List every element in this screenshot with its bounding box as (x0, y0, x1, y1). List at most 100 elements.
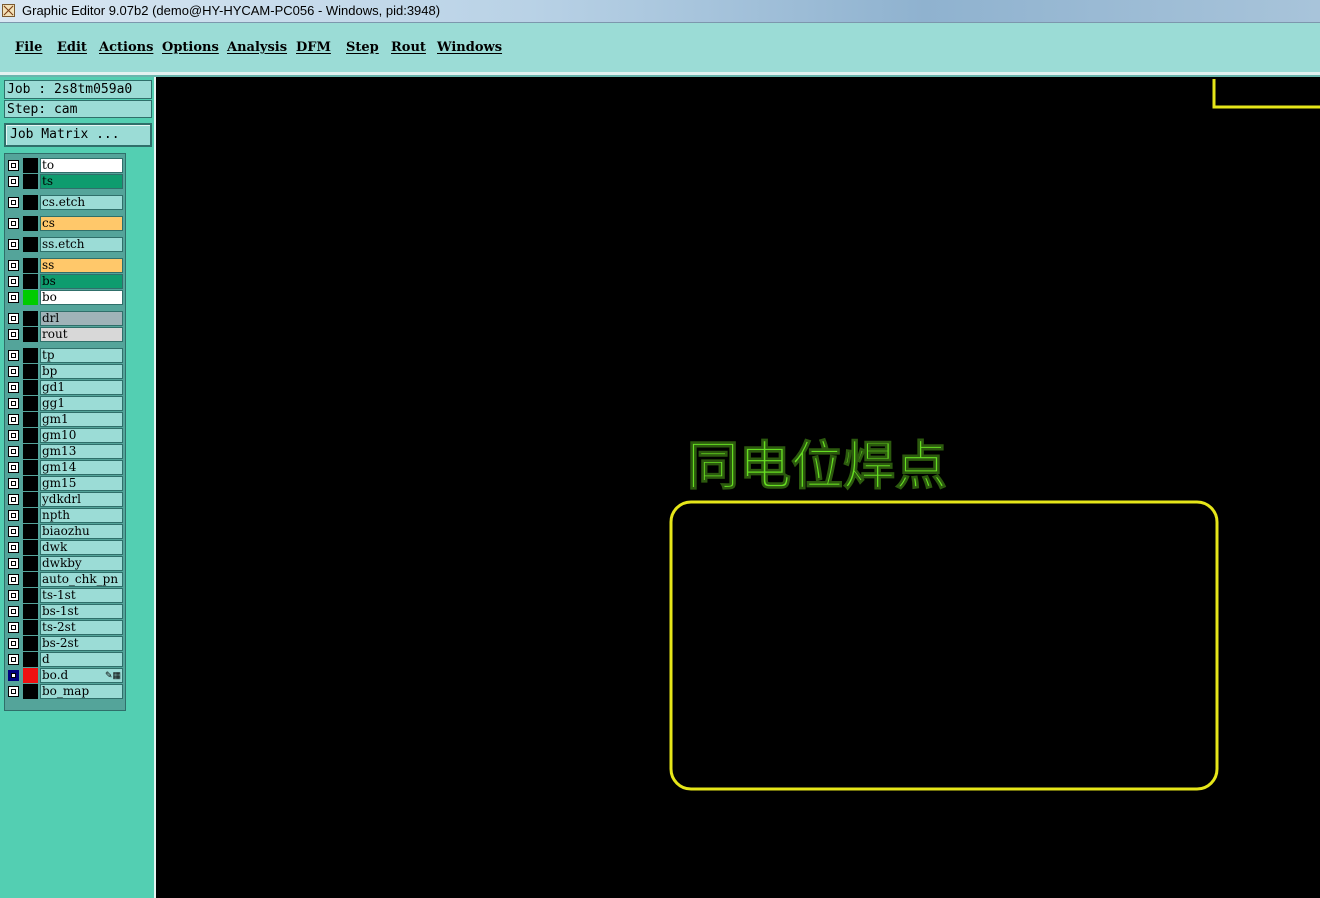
graphic-canvas[interactable]: 同电位焊点 (157, 79, 1320, 898)
layer-affected-checkbox[interactable] (8, 329, 19, 340)
layer-affected-checkbox[interactable] (8, 622, 19, 633)
layer-name-label[interactable]: gm13 (40, 444, 123, 459)
layer-row-ydkdrl[interactable]: ydkdrl (5, 492, 123, 507)
layer-affected-checkbox[interactable] (8, 350, 19, 361)
layer-name-label[interactable]: ydkdrl (40, 492, 123, 507)
layer-display-color-swatch[interactable] (23, 588, 38, 603)
layer-row-biaozhu[interactable]: biaozhu (5, 524, 123, 539)
layer-display-color-swatch[interactable] (23, 460, 38, 475)
layer-display-color-swatch[interactable] (23, 327, 38, 342)
layer-row-npth[interactable]: npth (5, 508, 123, 523)
layer-row-ts[interactable]: ts (5, 174, 123, 189)
layer-affected-checkbox[interactable] (8, 366, 19, 377)
layer-row-gm1[interactable]: gm1 (5, 412, 123, 427)
layer-name-label[interactable]: biaozhu (40, 524, 123, 539)
layer-affected-checkbox[interactable] (8, 160, 19, 171)
layer-row-rout[interactable]: rout (5, 327, 123, 342)
layer-affected-checkbox[interactable] (8, 510, 19, 521)
layer-name-label[interactable]: gg1 (40, 396, 123, 411)
layer-display-color-swatch[interactable] (23, 652, 38, 667)
layer-display-color-swatch[interactable] (23, 668, 38, 683)
menu-windows[interactable]: Windows (437, 40, 502, 55)
layer-display-color-swatch[interactable] (23, 396, 38, 411)
layer-row-ts-2st[interactable]: ts-2st (5, 620, 123, 635)
layer-name-label[interactable]: bp (40, 364, 123, 379)
menu-analysis[interactable]: Analysis (227, 40, 287, 55)
layer-name-label[interactable]: gd1 (40, 380, 123, 395)
layer-affected-checkbox[interactable] (8, 313, 19, 324)
layer-name-label[interactable]: cs.etch (40, 195, 123, 210)
layer-row-bo[interactable]: bo (5, 290, 123, 305)
layer-affected-checkbox[interactable] (8, 526, 19, 537)
layer-row-gm13[interactable]: gm13 (5, 444, 123, 459)
layer-name-label[interactable]: gm14 (40, 460, 123, 475)
layer-affected-checkbox[interactable] (8, 574, 19, 585)
layer-affected-checkbox[interactable] (8, 654, 19, 665)
layer-name-label[interactable]: d (40, 652, 123, 667)
layer-row-gd1[interactable]: gd1 (5, 380, 123, 395)
job-matrix-button[interactable]: Job Matrix ... (4, 123, 152, 147)
layer-row-cs.etch[interactable]: cs.etch (5, 195, 123, 210)
menu-actions[interactable]: Actions (99, 40, 153, 55)
layer-display-color-swatch[interactable] (23, 556, 38, 571)
layer-affected-checkbox[interactable] (8, 398, 19, 409)
layer-display-color-swatch[interactable] (23, 444, 38, 459)
menu-rout[interactable]: Rout (391, 40, 426, 55)
menu-file[interactable]: File (15, 40, 42, 55)
layer-display-color-swatch[interactable] (23, 636, 38, 651)
layer-affected-checkbox[interactable] (8, 558, 19, 569)
layer-name-label[interactable]: dwkby (40, 556, 123, 571)
layer-name-label[interactable]: dwk (40, 540, 123, 555)
layer-list-scroll-area[interactable] (128, 153, 152, 787)
layer-affected-checkbox[interactable] (8, 542, 19, 553)
menu-dfm[interactable]: DFM (296, 40, 331, 55)
layer-name-label[interactable]: ts (40, 174, 123, 189)
layer-affected-checkbox[interactable] (8, 446, 19, 457)
layer-display-color-swatch[interactable] (23, 258, 38, 273)
layer-name-label[interactable]: bs-1st (40, 604, 123, 619)
layer-display-color-swatch[interactable] (23, 572, 38, 587)
layer-row-gm10[interactable]: gm10 (5, 428, 123, 443)
layer-row-tp[interactable]: tp (5, 348, 123, 363)
layer-display-color-swatch[interactable] (23, 380, 38, 395)
layer-affected-checkbox[interactable] (8, 638, 19, 649)
layer-affected-checkbox[interactable] (8, 382, 19, 393)
layer-affected-checkbox[interactable] (8, 260, 19, 271)
layer-row-bo_map[interactable]: bo_map (5, 684, 123, 699)
layer-row-ss.etch[interactable]: ss.etch (5, 237, 123, 252)
layer-name-label[interactable]: rout (40, 327, 123, 342)
layer-row-d[interactable]: d (5, 652, 123, 667)
layer-name-label[interactable]: drl (40, 311, 123, 326)
layer-display-color-swatch[interactable] (23, 290, 38, 305)
layer-display-color-swatch[interactable] (23, 476, 38, 491)
layer-name-label[interactable]: cs (40, 216, 123, 231)
layer-affected-checkbox[interactable] (8, 414, 19, 425)
layer-affected-checkbox[interactable] (8, 686, 19, 697)
layer-display-color-swatch[interactable] (23, 311, 38, 326)
layer-name-label[interactable]: bs (40, 274, 123, 289)
layer-row-bo.d[interactable]: bo.d ✎▦ (5, 668, 123, 683)
layer-row-gg1[interactable]: gg1 (5, 396, 123, 411)
layer-display-color-swatch[interactable] (23, 216, 38, 231)
layer-affected-checkbox[interactable] (8, 606, 19, 617)
layer-display-color-swatch[interactable] (23, 364, 38, 379)
layer-affected-checkbox[interactable] (8, 590, 19, 601)
layer-name-label[interactable]: bs-2st (40, 636, 123, 651)
layer-row-dwk[interactable]: dwk (5, 540, 123, 555)
layer-affected-checkbox[interactable] (8, 670, 19, 681)
layer-affected-checkbox[interactable] (8, 494, 19, 505)
layer-name-label[interactable]: ts-1st (40, 588, 123, 603)
layer-display-color-swatch[interactable] (23, 274, 38, 289)
layer-affected-checkbox[interactable] (8, 239, 19, 250)
layer-affected-checkbox[interactable] (8, 292, 19, 303)
layer-name-label[interactable]: auto_chk_pn (40, 572, 123, 587)
layer-name-label[interactable]: to (40, 158, 123, 173)
layer-display-color-swatch[interactable] (23, 412, 38, 427)
layer-name-label[interactable]: bo (40, 290, 123, 305)
layer-name-label[interactable]: gm1 (40, 412, 123, 427)
layer-row-bp[interactable]: bp (5, 364, 123, 379)
layer-name-label[interactable]: bo_map (40, 684, 123, 699)
layer-name-label[interactable]: npth (40, 508, 123, 523)
layer-row-cs[interactable]: cs (5, 216, 123, 231)
layer-row-bs-2st[interactable]: bs-2st (5, 636, 123, 651)
